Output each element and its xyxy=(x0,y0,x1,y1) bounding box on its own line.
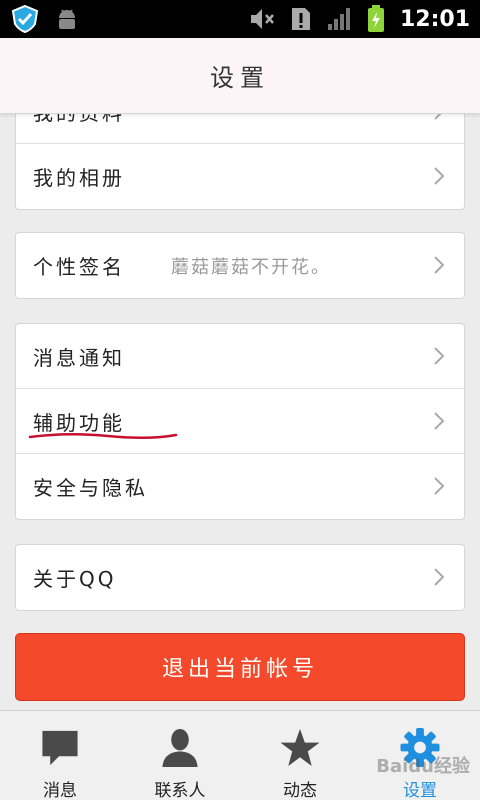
star-icon xyxy=(280,728,320,767)
page-title: 设置 xyxy=(210,64,270,92)
settings-group-general: 消息通知 辅助功能 安全与隐私 xyxy=(15,323,465,520)
settings-group-about: 关于QQ xyxy=(15,544,465,611)
title-bar: 设置 xyxy=(0,38,480,114)
qq-shield-icon xyxy=(11,4,39,34)
settings-group-signature: 个性签名 蘑菇蘑菇不开花。 xyxy=(15,232,465,299)
alert-icon xyxy=(291,8,310,30)
settings-item-security-privacy[interactable]: 安全与隐私 xyxy=(16,454,464,519)
mute-icon xyxy=(250,9,274,29)
logout-button[interactable]: 退出当前帐号 xyxy=(15,633,465,701)
bottom-tab-bar: 消息 联系人 动态 设置 xyxy=(0,710,480,800)
person-icon xyxy=(162,728,198,768)
chevron-right-icon xyxy=(434,256,445,274)
tab-feeds[interactable]: 动态 xyxy=(240,711,360,800)
chevron-right-icon xyxy=(434,412,445,430)
settings-item-my-profile[interactable]: 我的资料 xyxy=(16,114,464,144)
settings-item-my-album[interactable]: 我的相册 xyxy=(16,144,464,209)
chevron-right-icon xyxy=(434,114,442,120)
tab-messages[interactable]: 消息 xyxy=(0,711,120,800)
settings-item-notifications[interactable]: 消息通知 xyxy=(16,324,464,389)
chevron-right-icon xyxy=(434,167,445,185)
settings-item-label: 我的资料 xyxy=(33,114,125,126)
status-clock: 12:01 xyxy=(399,6,470,32)
gear-icon xyxy=(400,727,440,768)
chevron-right-icon xyxy=(434,568,445,586)
settings-item-signature[interactable]: 个性签名 蘑菇蘑菇不开花。 xyxy=(16,233,464,298)
settings-item-label: 我的相册 xyxy=(33,166,125,190)
logout-button-label: 退出当前帐号 xyxy=(161,657,318,682)
settings-item-label: 安全与隐私 xyxy=(33,476,148,500)
chat-bubble-icon xyxy=(42,730,78,766)
chevron-right-icon xyxy=(434,347,445,365)
settings-group-profile: 我的资料 我的相册 xyxy=(15,114,465,210)
settings-item-about-qq[interactable]: 关于QQ xyxy=(16,545,464,610)
signature-value: 蘑菇蘑菇不开花。 xyxy=(171,256,331,278)
red-underline-annotation xyxy=(28,432,178,440)
tab-contacts[interactable]: 联系人 xyxy=(120,711,240,800)
tab-settings[interactable]: 设置 xyxy=(360,711,480,800)
settings-list[interactable]: 我的资料 我的相册 个性签名 蘑菇蘑菇不开花。 消息通知 辅助功能 安全 xyxy=(0,114,480,710)
battery-charging-icon xyxy=(367,5,384,32)
settings-item-accessibility[interactable]: 辅助功能 xyxy=(16,389,464,454)
tab-label: 设置 xyxy=(403,781,437,800)
tab-label: 联系人 xyxy=(154,781,206,800)
settings-item-label: 个性签名 xyxy=(33,255,125,279)
settings-item-label: 消息通知 xyxy=(33,345,125,370)
android-debug-icon xyxy=(59,9,75,29)
signal-icon xyxy=(327,8,350,30)
status-bar: 12:01 xyxy=(0,0,480,38)
tab-label: 动态 xyxy=(283,781,317,800)
chevron-right-icon xyxy=(434,477,445,495)
tab-label: 消息 xyxy=(43,781,77,800)
settings-item-label: 关于QQ xyxy=(33,567,117,591)
